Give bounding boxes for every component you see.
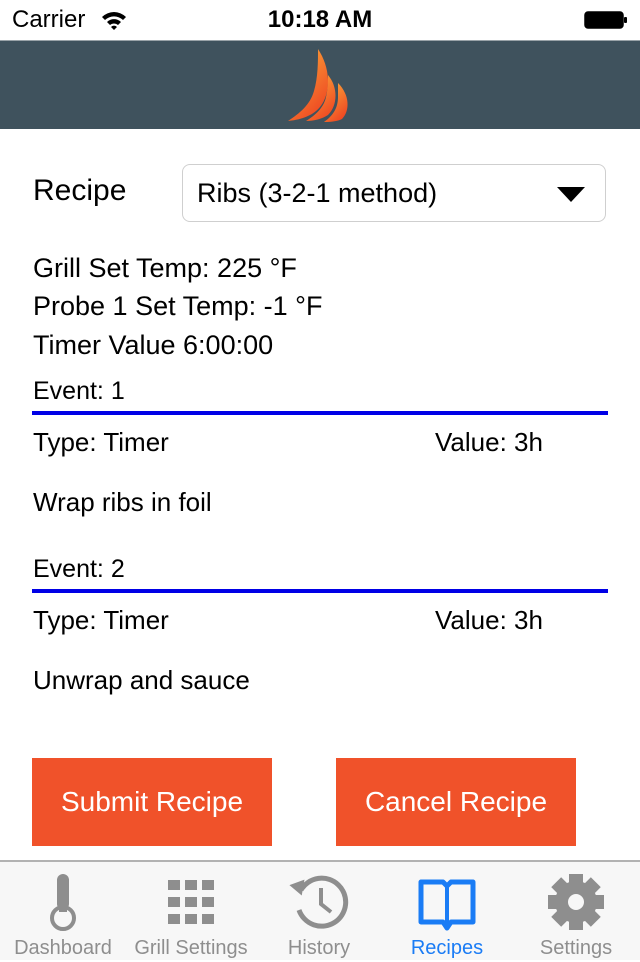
event-divider <box>32 411 608 415</box>
tab-grill-settings[interactable]: Grill Settings <box>126 862 256 962</box>
tab-settings[interactable]: Settings <box>512 862 640 962</box>
cancel-recipe-button[interactable]: Cancel Recipe <box>336 758 576 846</box>
event-type: Type: Timer <box>33 605 169 635</box>
recipe-select-value: Ribs (3-2-1 method) <box>197 178 438 208</box>
submit-recipe-button[interactable]: Submit Recipe <box>32 758 272 846</box>
event-title: Event: 2 <box>33 555 125 583</box>
book-icon <box>418 879 476 931</box>
timer-value: Timer Value 6:00:00 <box>33 330 274 360</box>
tab-recipes[interactable]: Recipes <box>382 862 512 962</box>
thermometer-icon <box>50 874 76 931</box>
dropdown-arrow-icon <box>557 187 585 202</box>
status-time: 10:18 AM <box>267 6 373 33</box>
event-value: Value: 3h <box>435 427 543 457</box>
history-icon <box>289 875 349 929</box>
tab-label: Settings <box>539 937 613 959</box>
tab-history[interactable]: History <box>256 862 382 962</box>
grill-set-temp: Grill Set Temp: 225 °F <box>33 253 297 283</box>
grid-icon <box>168 880 214 924</box>
event-value: Value: 3h <box>435 605 543 635</box>
recipe-select[interactable]: Ribs (3-2-1 method) <box>182 164 606 222</box>
event-title: Event: 1 <box>33 377 125 405</box>
tab-label: History <box>287 937 351 959</box>
gear-icon <box>548 874 604 930</box>
tab-dashboard[interactable]: Dashboard <box>0 862 126 962</box>
tab-label: Recipes <box>410 937 484 959</box>
battery-icon <box>584 11 627 29</box>
event-description: Unwrap and sauce <box>33 665 250 695</box>
probe1-set-temp: Probe 1 Set Temp: -1 °F <box>33 291 323 321</box>
tab-bar: Dashboard Grill Settings History Recipes <box>0 860 640 960</box>
recipe-label: Recipe <box>33 174 127 207</box>
event-type: Type: Timer <box>33 427 169 457</box>
flame-logo-icon <box>288 49 348 122</box>
nav-bar <box>0 40 640 129</box>
tab-label: Dashboard <box>14 937 112 959</box>
tab-label: Grill Settings <box>134 937 248 959</box>
event-description: Wrap ribs in foil <box>33 487 212 517</box>
status-bar: Carrier 10:18 AM <box>0 0 640 40</box>
event-divider <box>32 589 608 593</box>
